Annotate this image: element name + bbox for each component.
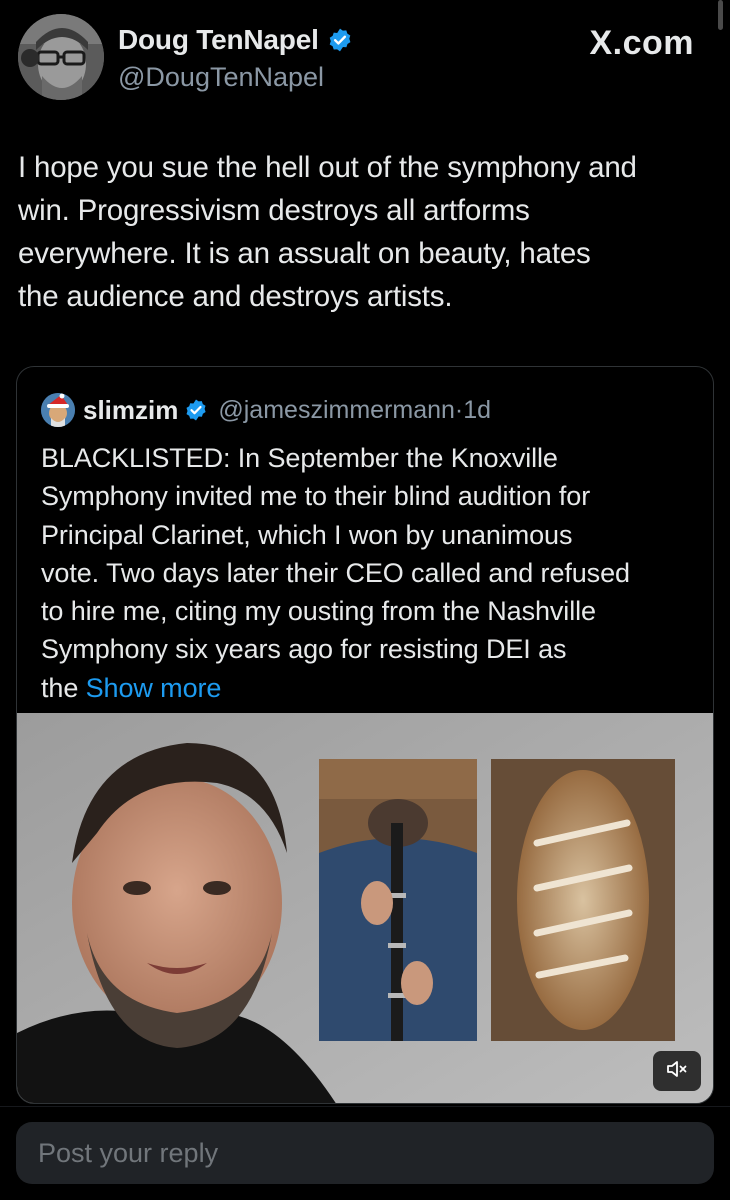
quoted-text-line: Symphony invited me to their blind audit… [41, 481, 591, 512]
verified-badge-icon [327, 27, 353, 53]
show-more-link[interactable]: Show more [86, 673, 222, 703]
verified-badge-icon [184, 398, 208, 422]
quoted-tweet-card[interactable]: slimzim @jameszimmermann·1d BLACKLISTED:… [16, 366, 714, 1104]
volume-muted-icon [665, 1057, 689, 1086]
quoted-tweet-header: slimzim @jameszimmermann·1d [41, 393, 491, 427]
mute-button[interactable] [653, 1051, 701, 1091]
video-player[interactable] [17, 713, 713, 1103]
quoted-handle-and-time[interactable]: @jameszimmermann·1d [218, 396, 491, 425]
quoted-display-name[interactable]: slimzim [83, 395, 178, 426]
quoted-text-line: vote. Two days later their CEO called an… [41, 557, 630, 588]
quoted-text-line-prefix: the [41, 672, 86, 703]
tweet-header: Doug TenNapel @DougTenNapel X.com [18, 14, 718, 104]
reply-bar[interactable] [16, 1122, 714, 1184]
tweet-text-line: everywhere. It is an assualt on beauty, … [18, 237, 591, 270]
tweet-text-line: win. Progressivism destroys all artforms [18, 194, 530, 227]
tweet-text-line: the audience and destroys artists. [18, 280, 453, 313]
video-thumbnail [17, 713, 713, 1103]
quoted-text-line: Symphony six years ago for resisting DEI… [41, 634, 567, 665]
source-label: X.com [589, 24, 694, 62]
reply-input[interactable] [38, 1122, 688, 1184]
author-display-name[interactable]: Doug TenNapel [118, 24, 319, 56]
quoted-text-line: to hire me, citing my ousting from the N… [41, 596, 596, 627]
author-avatar[interactable] [18, 14, 104, 100]
quoted-time[interactable]: 1d [463, 396, 491, 424]
quoted-handle[interactable]: @jameszimmermann [218, 396, 455, 424]
author-handle[interactable]: @DougTenNapel [118, 62, 324, 93]
quoted-author-avatar[interactable] [41, 393, 75, 427]
quoted-tweet-text: BLACKLISTED: In September the Knoxville … [41, 439, 711, 707]
separator: · [454, 395, 464, 424]
quoted-text-line: Principal Clarinet, which I won by unani… [41, 519, 573, 550]
quoted-text-line: BLACKLISTED: In September the Knoxville [41, 443, 558, 473]
divider [0, 1106, 730, 1107]
quoted-text-last-line: the Show more [41, 669, 711, 707]
scrollbar[interactable] [718, 0, 723, 30]
tweet-text-line: I hope you sue the hell out of the symph… [18, 151, 637, 184]
tweet-text: I hope you sue the hell out of the symph… [18, 146, 718, 318]
